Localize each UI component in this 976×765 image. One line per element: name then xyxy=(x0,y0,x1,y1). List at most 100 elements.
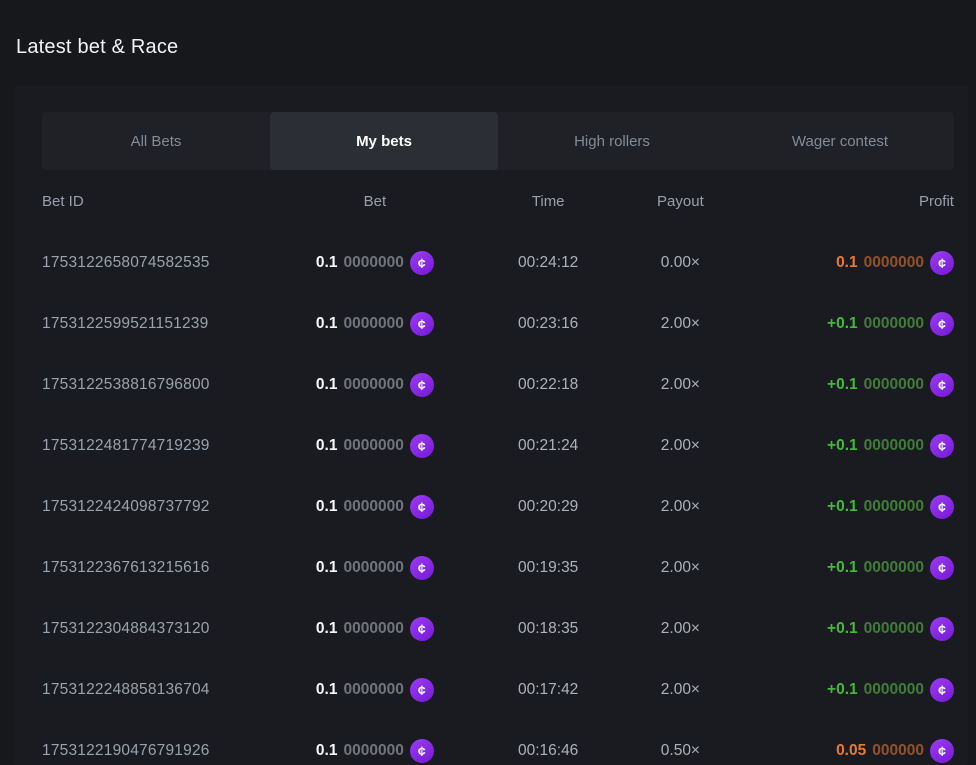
column-header-bet: Bet xyxy=(270,193,480,210)
bet-amount-main: 0.1 xyxy=(316,742,338,760)
coin-icon: ¢ xyxy=(930,373,954,397)
latest-bets-panel: All Bets My bets High rollers Wager cont… xyxy=(14,85,968,765)
bet-time: 00:23:16 xyxy=(480,315,617,333)
bet-amount: 0.1 0000000 ¢ xyxy=(316,678,434,702)
coin-icon: ¢ xyxy=(410,312,434,336)
tab-all-bets[interactable]: All Bets xyxy=(42,112,270,170)
bet-amount-main: 0.1 xyxy=(316,498,338,516)
coin-icon: ¢ xyxy=(930,739,954,763)
bet-payout: 2.00× xyxy=(617,437,745,455)
coin-icon: ¢ xyxy=(930,678,954,702)
table-row[interactable]: 1753122538816796800 0.10000000 ¢ 00:22:1… xyxy=(42,354,954,415)
profit-amount-main: 0.05 xyxy=(836,742,866,760)
bet-amount-zeros: 0000000 xyxy=(343,315,403,333)
bet-id: 1753122481774719239 xyxy=(42,437,270,455)
coin-icon: ¢ xyxy=(930,556,954,580)
bet-amount-main: 0.1 xyxy=(316,437,338,455)
bet-amount: 0.1 0000000 ¢ xyxy=(316,556,434,580)
coin-icon: ¢ xyxy=(930,495,954,519)
profit-amount-main: +0.1 xyxy=(827,559,858,577)
bet-amount-zeros: 0000000 xyxy=(343,498,403,516)
bet-amount: 0.1 0000000 ¢ xyxy=(316,495,434,519)
bet-time: 00:20:29 xyxy=(480,498,617,516)
bet-amount-main: 0.1 xyxy=(316,315,338,333)
bet-id: 1753122304884373120 xyxy=(42,620,270,638)
tab-my-bets[interactable]: My bets xyxy=(270,112,498,170)
bet-profit: +0.1 0000000 ¢ xyxy=(827,312,954,336)
coin-icon: ¢ xyxy=(410,373,434,397)
column-header-payout: Payout xyxy=(617,193,745,210)
bet-payout: 0.50× xyxy=(617,742,745,760)
bet-profit: 0.05 000000 ¢ xyxy=(836,739,954,763)
table-row[interactable]: 1753122367613215616 0.10000000 ¢ 00:19:3… xyxy=(42,537,954,598)
bet-id: 1753122599521151239 xyxy=(42,315,270,333)
bet-payout: 2.00× xyxy=(617,620,745,638)
table-row[interactable]: 1753122599521151239 0.1 0000000 ¢ 00:23:1… xyxy=(42,293,954,354)
bet-amount-zeros: 0000000 xyxy=(343,559,403,577)
table-row[interactable]: 1753122190476791926 0.10000000 ¢ 00:16:4… xyxy=(42,720,954,765)
coin-icon: ¢ xyxy=(410,678,434,702)
profit-amount-zeros: 000000 xyxy=(872,742,924,760)
bet-payout: 2.00× xyxy=(617,681,745,699)
bet-amount-zeros: 0000000 xyxy=(343,376,403,394)
bet-payout: 2.00× xyxy=(617,559,745,577)
profit-amount-zeros: 0000000 xyxy=(864,376,924,394)
bet-profit: +0.1 0000000 ¢ xyxy=(827,556,954,580)
bet-id: 1753122367613215616 xyxy=(42,559,270,577)
table-row[interactable]: 1753122424098737792 0.1 0000000 ¢ 00:20:2… xyxy=(42,476,954,537)
tab-high-rollers[interactable]: High rollers xyxy=(498,112,726,170)
profit-amount-zeros: 0000000 xyxy=(864,559,924,577)
bet-time: 00:21:24 xyxy=(480,437,617,455)
bet-time: 00:16:46 xyxy=(480,742,617,760)
bet-amount-main: 0.1 xyxy=(316,254,338,272)
coin-icon: ¢ xyxy=(410,434,434,458)
profit-amount-main: +0.1 xyxy=(827,437,858,455)
bet-amount-zeros: 0000000 xyxy=(343,437,403,455)
table-header-row: Bet ID Bet Time Payout Profit xyxy=(42,170,954,232)
coin-icon: ¢ xyxy=(930,434,954,458)
bet-amount-main: 0.1 xyxy=(316,620,338,638)
bet-profit: +0.1 0000000 ¢ xyxy=(827,373,954,397)
bet-profit: +0.1 0000000 ¢ xyxy=(827,678,954,702)
bet-amount: 0.1 0000000 ¢ xyxy=(316,312,434,336)
bet-amount-main: 0.1 xyxy=(316,681,338,699)
coin-icon: ¢ xyxy=(410,617,434,641)
coin-icon: ¢ xyxy=(930,617,954,641)
table-row[interactable]: 1753122658074582535 0.10000000 ¢ 00:24:1… xyxy=(42,232,954,293)
table-row[interactable]: 1753122304884373120 0.1 0000000 ¢ 00:18:3… xyxy=(42,598,954,659)
profit-amount-zeros: 0000000 xyxy=(864,681,924,699)
bet-amount-main: 0.1 xyxy=(316,559,338,577)
bet-amount: 0.1 0000000 ¢ xyxy=(316,434,434,458)
bet-profit: 0.10000000 ¢ xyxy=(836,251,954,275)
bet-time: 00:18:35 xyxy=(480,620,617,638)
bet-id: 1753122658074582535 xyxy=(42,254,270,272)
profit-amount-zeros: 0000000 xyxy=(864,254,924,272)
coin-icon: ¢ xyxy=(930,312,954,336)
profit-amount-main: +0.1 xyxy=(827,315,858,333)
bet-amount-zeros: 0000000 xyxy=(343,620,403,638)
profit-amount-zeros: 0000000 xyxy=(864,437,924,455)
bet-profit: +0.10000000 ¢ xyxy=(827,617,954,641)
profit-amount-zeros: 0000000 xyxy=(864,315,924,333)
bet-amount-zeros: 0000000 xyxy=(343,742,403,760)
bet-amount: 0.1 0000000 ¢ xyxy=(316,251,434,275)
column-header-time: Time xyxy=(480,193,617,210)
profit-amount-main: +0.1 xyxy=(827,681,858,699)
coin-icon: ¢ xyxy=(410,495,434,519)
tab-wager-contest[interactable]: Wager contest xyxy=(726,112,954,170)
profit-amount-main: +0.1 xyxy=(827,376,858,394)
bet-id: 1753122248858136704 xyxy=(42,681,270,699)
bet-payout: 2.00× xyxy=(617,315,745,333)
table-row[interactable]: 1753122248858136704 0.10000000 ¢ 00:17:4… xyxy=(42,659,954,720)
bet-amount-zeros: 0000000 xyxy=(343,681,403,699)
bet-profit: +0.10000000 ¢ xyxy=(827,495,954,519)
table-row[interactable]: 1753122481774719239 0.1 0000000 ¢ 00:21:2… xyxy=(42,415,954,476)
coin-icon: ¢ xyxy=(410,251,434,275)
bet-id: 1753122424098737792 xyxy=(42,498,270,516)
bet-amount: 0.1 0000000 ¢ xyxy=(316,617,434,641)
profit-amount-main: 0.1 xyxy=(836,254,858,272)
coin-icon: ¢ xyxy=(410,556,434,580)
bet-time: 00:22:18 xyxy=(480,376,617,394)
column-header-bet-id: Bet ID xyxy=(42,193,270,210)
bet-amount-zeros: 0000000 xyxy=(343,254,403,272)
